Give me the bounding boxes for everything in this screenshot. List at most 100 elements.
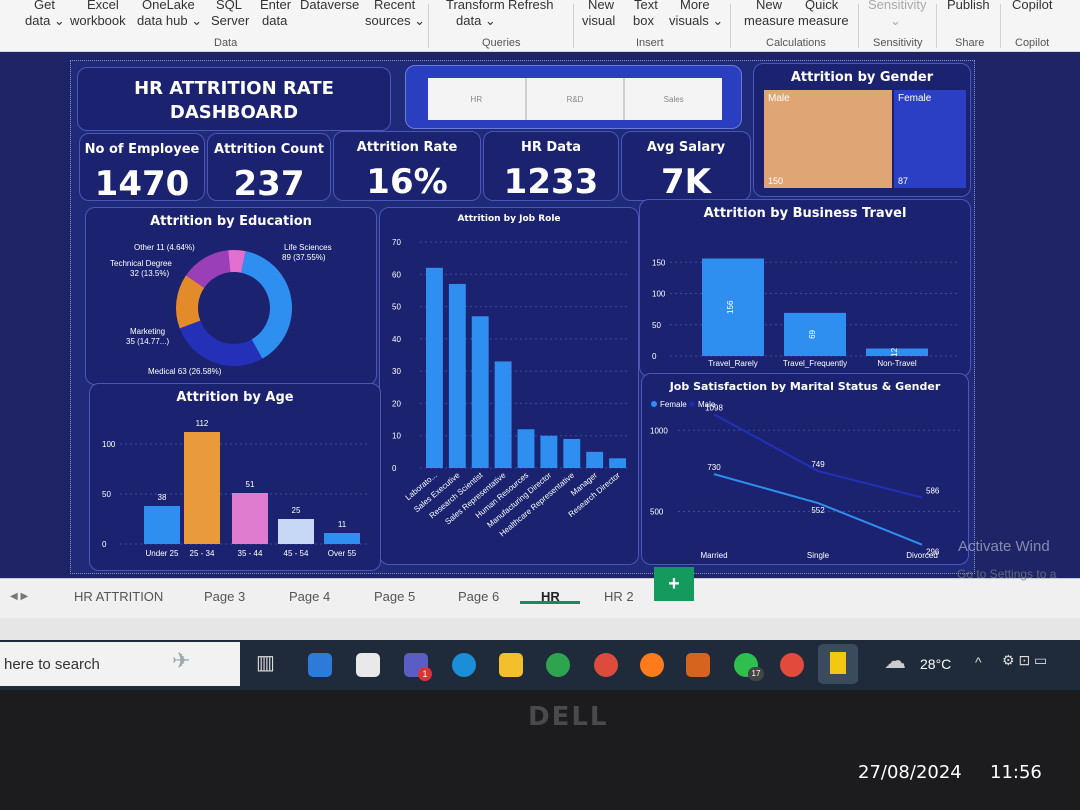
copilot-button[interactable]: Copilot [1012, 0, 1052, 12]
age-card: Attrition by Age 100 50 0 38 Under 25 112 25 -… [89, 383, 381, 571]
y-tick-label: 100 [102, 440, 116, 449]
donut-slice [179, 320, 263, 366]
quick-measure-button[interactable]: Quick [805, 0, 838, 12]
edu-label: Life Sciences [284, 243, 332, 252]
new-visual-button[interactable]: New [588, 0, 614, 12]
bar [471, 316, 489, 468]
edu-label: Marketing [130, 327, 165, 336]
dataverse-button[interactable]: Dataverse [300, 0, 359, 12]
excel-workbook-label[interactable]: workbook [70, 13, 126, 28]
y-tick-label: 30 [392, 367, 401, 376]
active-tab-indicator [520, 601, 580, 604]
onelake-button[interactable]: OneLake [142, 0, 195, 12]
edu-label: 32 (13.5%) [130, 269, 169, 278]
enter-data-button[interactable]: Enter [260, 0, 291, 12]
y-tick-label: 10 [392, 432, 401, 441]
store-icon[interactable] [356, 653, 380, 677]
ribbon: Get data ⌄ Excel workbook OneLake data h… [0, 0, 1080, 52]
edge-icon[interactable] [452, 653, 476, 677]
ribbon-divider [936, 4, 937, 48]
gender-male-block[interactable]: Male 150 [764, 90, 892, 188]
app-icon[interactable] [686, 653, 710, 677]
mail-icon[interactable] [308, 653, 332, 677]
more-visuals-label[interactable]: visuals ⌄ [669, 13, 723, 29]
temperature: 28°C [920, 656, 952, 672]
dell-logo: DELL [528, 702, 609, 732]
education-donut-chart: Other 11 (4.64%) Technical Degree 32 (13… [110, 243, 332, 376]
tab-page-6[interactable]: Page 6 [458, 589, 499, 604]
transform-data-label[interactable]: data ⌄ [456, 13, 496, 29]
ribbon-divider [858, 4, 859, 48]
sensitivity-button[interactable]: Sensitivity [868, 0, 927, 12]
tab-hr-2[interactable]: HR 2 [604, 589, 634, 604]
slicer-rnd[interactable]: R&D [527, 78, 626, 120]
text-box-label[interactable]: box [633, 13, 654, 28]
add-page-button[interactable]: + [654, 567, 694, 601]
tab-page-4[interactable]: Page 4 [289, 589, 330, 604]
weather-icon[interactable]: ☁ [884, 648, 906, 674]
edu-label: Other 11 (4.64%) [134, 243, 195, 252]
slicer-hr[interactable]: HR [428, 78, 527, 120]
taskbar-search-box[interactable]: here to search ✈ [0, 642, 240, 686]
sql-button[interactable]: SQL [216, 0, 242, 12]
recent-sources-button[interactable]: Recent [374, 0, 415, 12]
tray-icons[interactable]: ⚙ ⊡ ▭ [1002, 652, 1047, 669]
bar [232, 493, 268, 544]
refresh-button[interactable]: Refresh [508, 0, 554, 12]
quick-measure-label[interactable]: measure [798, 13, 849, 28]
task-view-icon[interactable]: ▥ [256, 650, 275, 675]
education-card: Attrition by Education Other 11 (4.64%) … [85, 207, 377, 385]
transform-button[interactable]: Transform [446, 0, 505, 12]
female-data-label: 730 [707, 463, 721, 472]
marital-line-chart: Female Male10005001098749586730552296Marr… [650, 400, 960, 560]
chrome-alt-icon[interactable] [780, 653, 804, 677]
firefox-icon[interactable] [640, 653, 664, 677]
group-copilot: Copilot [1015, 37, 1050, 49]
legend-female-marker [651, 401, 657, 407]
publish-button[interactable]: Publish [947, 0, 990, 12]
gender-female-block[interactable]: Female 87 [894, 90, 966, 188]
chrome-icon[interactable] [546, 653, 570, 677]
bar [586, 451, 604, 468]
recent-sources-label[interactable]: sources ⌄ [365, 13, 425, 29]
powerbi-active-icon[interactable] [818, 644, 858, 684]
kpi-employees: No of Employee 1470 [79, 133, 205, 204]
sensitivity-dropdown[interactable]: ⌄ [890, 13, 901, 29]
bar [517, 429, 535, 468]
text-box-button[interactable]: Text [634, 0, 658, 12]
data-label: 11 [338, 520, 347, 529]
kpi-avg-salary: Avg Salary 7K [621, 131, 751, 202]
chrome-profile-icon[interactable] [594, 653, 618, 677]
data-label: 112 [196, 419, 209, 428]
tab-page-3[interactable]: Page 3 [204, 589, 245, 604]
new-visual-label[interactable]: visual [582, 13, 615, 28]
file-explorer-icon[interactable] [499, 653, 523, 677]
bar [540, 435, 558, 468]
tab-page-5[interactable]: Page 5 [374, 589, 415, 604]
y-tick-label: 500 [650, 508, 664, 517]
sql-server-label[interactable]: Server [211, 13, 249, 28]
ribbon-divider [730, 4, 731, 48]
slicer-sales[interactable]: Sales [625, 78, 722, 120]
tab-scroll-left-icon[interactable]: ◀ ▶ [10, 591, 28, 602]
teams-icon[interactable]: 1 [404, 653, 432, 681]
group-sensitivity: Sensitivity [873, 37, 923, 49]
new-measure-button[interactable]: New [756, 0, 782, 12]
bar [563, 438, 581, 468]
excel-workbook-button[interactable]: Excel [87, 0, 119, 12]
male-data-label: 749 [811, 460, 825, 469]
enter-data-label[interactable]: data [262, 13, 287, 28]
get-data-dropdown[interactable]: data ⌄ [25, 13, 65, 29]
tray-chevron-icon[interactable]: ^ [975, 654, 982, 670]
dashboard-title: HR ATTRITION RATE DASHBOARD [134, 78, 334, 123]
kpi-label: Attrition Rate [356, 140, 458, 155]
get-data-button[interactable]: Get [34, 0, 55, 12]
onelake-datahub-label[interactable]: data hub ⌄ [137, 13, 202, 29]
tab-hr-attrition[interactable]: HR ATTRITION [74, 589, 163, 604]
x-tick-label: Travel_Frequently [783, 359, 847, 368]
new-measure-label[interactable]: measure [744, 13, 795, 28]
more-visuals-button[interactable]: More [680, 0, 710, 12]
x-tick-label: 35 - 44 [238, 549, 263, 558]
whatsapp-icon[interactable]: 17 [734, 653, 764, 681]
male-series-line [713, 413, 923, 499]
